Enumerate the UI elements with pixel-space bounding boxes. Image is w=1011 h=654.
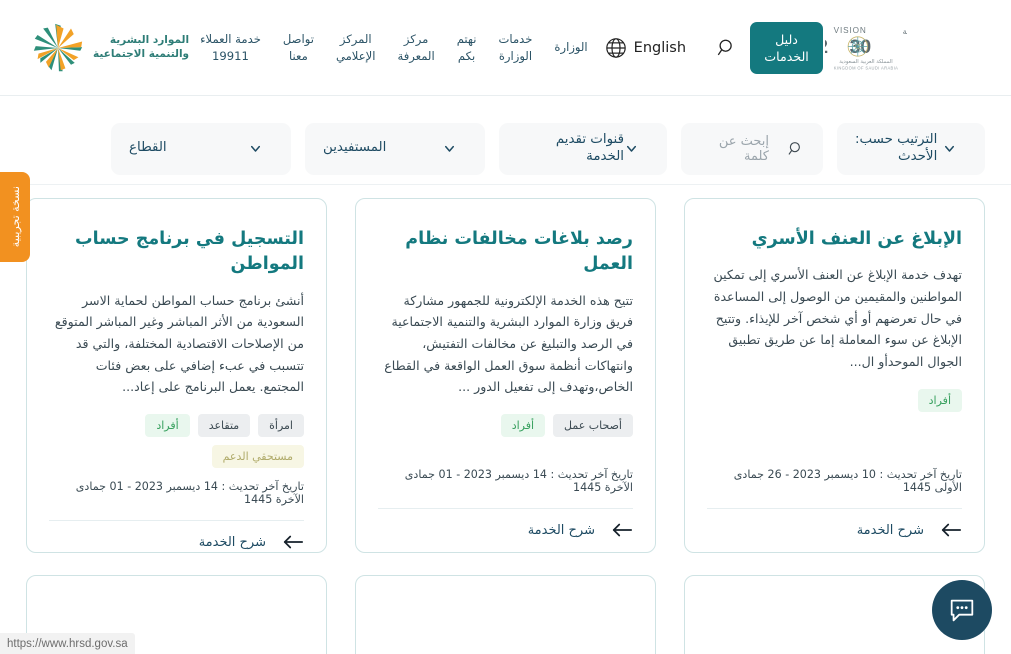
site-header: الموارد البشرية والتنمية الاجتماعية الوز… <box>0 0 1011 96</box>
arrow-left-icon <box>611 522 633 538</box>
service-card-link[interactable]: شرح الخدمة <box>378 508 633 538</box>
service-card-link-label: شرح الخدمة <box>856 522 924 538</box>
ministry-brand[interactable]: الموارد البشرية والتنمية الاجتماعية <box>30 22 189 74</box>
search-input-placeholder: إبحث عن كلمة <box>718 133 769 164</box>
browser-status-bar: https://www.hrsd.gov.sa <box>0 633 135 654</box>
service-card-tags: أفراد <box>707 388 962 412</box>
service-card[interactable]: الإبلاغ عن العنف الأسري تهدف خدمة الإبلا… <box>684 198 985 553</box>
nav-item-knowledge[interactable]: مركز المعرفة <box>386 25 445 71</box>
service-card-date: تاريخ آخر تحديث : 14 ديسمبر 2023 - 01 جم… <box>404 468 633 494</box>
nav-item-media[interactable]: المركز الإعلامي <box>325 25 387 71</box>
ministry-name-line2: والتنمية الاجتماعية <box>93 47 190 60</box>
filter-service-channels[interactable]: قنوات تقديم الخدمة <box>499 122 667 175</box>
services-grid: الإبلاغ عن العنف الأسري تهدف خدمة الإبلا… <box>0 198 1011 654</box>
language-label: English <box>633 39 687 56</box>
svg-text:المملكة العربية السعودية: المملكة العربية السعودية <box>839 58 892 64</box>
ministry-name: الموارد البشرية والتنمية الاجتماعية <box>93 34 189 60</box>
service-card-link-label: شرح الخدمة <box>527 522 595 538</box>
page-root: الموارد البشرية والتنمية الاجتماعية الوز… <box>0 0 1011 654</box>
service-card-date: تاريخ آخر تحديث : 14 ديسمبر 2023 - 01 جم… <box>75 480 304 507</box>
service-tag[interactable]: أصحاب عمل <box>553 414 633 438</box>
service-card-description: تتيح هذه الخدمة الإلكترونية للجمهور مشار… <box>384 292 633 395</box>
service-card-tags: امرأة متقاعد أفراد مستحقي الدعم <box>49 414 304 469</box>
chevron-down-icon <box>248 141 263 156</box>
language-switcher[interactable]: English <box>605 37 686 59</box>
nav-item-ministry[interactable]: الوزارة <box>543 33 598 62</box>
filter-sector[interactable]: القطاع <box>111 122 291 175</box>
status-bar-url: https://www.hrsd.gov.sa <box>7 637 128 650</box>
beta-version-label: نسخة تجريبية <box>8 186 22 248</box>
service-tag[interactable]: مستحقي الدعم <box>211 445 304 469</box>
service-card[interactable] <box>355 575 656 654</box>
service-card-link[interactable]: شرح الخدمة <box>49 520 304 550</box>
svg-text:VISION: VISION <box>834 26 867 35</box>
filter-bar: الترتيب حسب: الأحدث إبحث عن كلمة قنوات ت… <box>0 113 1011 185</box>
service-card-link-label: شرح الخدمة <box>198 534 266 550</box>
service-card[interactable]: رصد بلاغات مخالفات نظام العمل تتيح هذه ا… <box>355 198 656 553</box>
service-card-description: أنشئ برنامج حساب المواطن لحماية الاسر ال… <box>54 292 304 395</box>
service-card-title: التسجيل في برنامج حساب المواطن <box>75 229 304 275</box>
nav-item-we-care[interactable]: نهتم بكم <box>446 25 488 71</box>
service-card-link[interactable]: شرح الخدمة <box>707 508 962 538</box>
filter-search-box[interactable]: إبحث عن كلمة <box>681 122 823 175</box>
service-card-description: تهدف خدمة الإبلاغ عن العنف الأسري إلى تم… <box>713 267 962 369</box>
nav-item-services[interactable]: خدمات الوزارة <box>488 25 544 71</box>
ministry-logo-icon <box>33 23 83 71</box>
beta-version-tab[interactable]: نسخة تجريبية <box>0 172 30 262</box>
main-navigation: الوزارة خدمات الوزارة نهتم بكم مركز المع… <box>189 25 599 71</box>
header-search-button[interactable] <box>716 37 738 59</box>
filter-sector-label: القطاع <box>129 140 167 156</box>
services-guide-button[interactable]: دليل الخدمات <box>750 21 824 74</box>
nav-item-customer-care[interactable]: خدمة العملاء 19911 <box>189 25 272 71</box>
service-tag[interactable]: أفراد <box>917 388 962 412</box>
chevron-down-icon <box>442 141 457 156</box>
chevron-down-icon <box>624 141 639 156</box>
vision-2030-logo[interactable]: VISION أؤ‍ـــة 2 30 المملكة العربية السع… <box>825 22 907 74</box>
nav-item-contact[interactable]: تواصل معنا <box>272 25 325 71</box>
filter-sort-label: الترتيب حسب: الأحدث <box>855 131 938 164</box>
svg-text:KINGDOM OF SAUDI ARABIA: KINGDOM OF SAUDI ARABIA <box>834 65 899 70</box>
arrow-left-icon <box>282 534 304 550</box>
filter-sort-by[interactable]: الترتيب حسب: الأحدث <box>837 122 985 175</box>
filter-beneficiaries-label: المستفيدين <box>323 140 387 156</box>
service-card-date: تاريخ آخر تحديث : 10 ديسمبر 2023 - 26 جم… <box>733 468 962 494</box>
service-card-title: الإبلاغ عن العنف الأسري <box>751 229 962 249</box>
chevron-down-icon <box>942 141 957 156</box>
filter-beneficiaries[interactable]: المستفيدين <box>305 122 485 175</box>
service-card-tags: أصحاب عمل أفراد <box>378 414 633 438</box>
globe-icon <box>605 37 626 58</box>
vision-2030-icon: VISION أؤ‍ـــة 2 30 المملكة العربية السع… <box>825 25 907 70</box>
chat-bubble-icon <box>950 599 974 622</box>
svg-text:أؤ‍ـــة: أؤ‍ـــة <box>903 25 907 35</box>
svg-text:2: 2 <box>825 36 828 58</box>
service-card[interactable]: التسجيل في برنامج حساب المواطن أنشئ برنا… <box>26 198 327 553</box>
ministry-name-line1: الموارد البشرية <box>109 34 190 47</box>
service-tag[interactable]: متقاعد <box>197 414 251 438</box>
service-tag[interactable]: أفراد <box>500 414 546 438</box>
service-tag[interactable]: امرأة <box>258 414 304 438</box>
service-card-title: رصد بلاغات مخالفات نظام العمل <box>405 229 633 275</box>
chat-button[interactable] <box>932 580 992 640</box>
search-icon <box>787 140 805 158</box>
filter-channels-label: قنوات تقديم الخدمة <box>555 131 624 164</box>
service-tag[interactable]: أفراد <box>145 414 190 438</box>
arrow-left-icon <box>940 522 962 538</box>
search-icon <box>717 39 732 55</box>
